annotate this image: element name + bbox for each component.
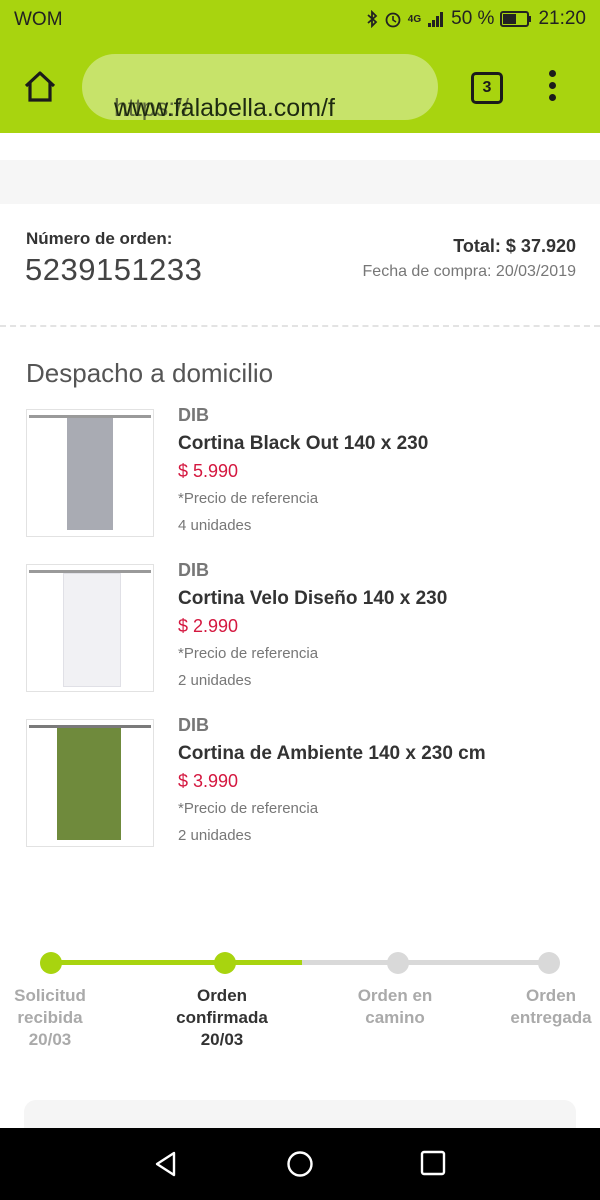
step-label-received: Solicitud recibida 20/03: [14, 986, 86, 1049]
product-image: [26, 564, 154, 692]
android-nav-bar: [0, 1128, 600, 1200]
product-price: $ 3.990: [178, 771, 239, 791]
product-quantity: 2 unidades: [178, 827, 252, 844]
battery-percent: 50 %: [451, 8, 495, 29]
tab-count: 3: [482, 79, 492, 96]
order-number: 5239151233: [25, 252, 203, 287]
step-dot-confirmed: [214, 952, 236, 974]
browser-header: WOM 4G 50 % 21:20 https://www.falabella.…: [0, 0, 600, 133]
price-note: *Precio de referencia: [178, 800, 319, 817]
dashed-divider: [0, 325, 600, 327]
signal-icon: [428, 12, 444, 27]
price-note: *Precio de referencia: [178, 490, 319, 507]
purchase-date: Fecha de compra: 20/03/2019: [362, 263, 576, 280]
browser-toolbar: https://www.falabella.com/f 3: [0, 52, 600, 122]
network-type-label: 4G: [407, 13, 422, 25]
product-price: $ 2.990: [178, 616, 239, 636]
status-icons: 4G 50 % 21:20: [366, 8, 586, 30]
step-label-delivered: Orden entregada: [510, 986, 592, 1027]
product-price: $ 5.990: [178, 461, 239, 481]
home-circle-icon[interactable]: [286, 1150, 314, 1178]
step-label-shipping: Orden en camino: [357, 986, 433, 1027]
product-name[interactable]: Cortina de Ambiente 140 x 230 cm: [178, 743, 486, 765]
product-item[interactable]: DIB Cortina Black Out 140 x 230 $ 5.990 …: [26, 405, 586, 539]
step-dot-delivered: [538, 952, 560, 974]
step-dot-received: [40, 952, 62, 974]
product-brand: DIB: [178, 715, 209, 735]
delivery-title: Despacho a domicilio: [26, 358, 274, 388]
step-label-confirmed: Orden confirmada 20/03: [176, 986, 268, 1049]
progress-line-pending: [302, 960, 548, 965]
section-divider-band: [0, 160, 600, 204]
menu-icon[interactable]: [544, 70, 560, 104]
product-quantity: 2 unidades: [178, 672, 252, 689]
product-brand: DIB: [178, 405, 209, 425]
address-bar[interactable]: https://www.falabella.com/f: [82, 54, 438, 120]
product-item[interactable]: DIB Cortina Velo Diseño 140 x 230 $ 2.99…: [26, 560, 586, 694]
product-item[interactable]: DIB Cortina de Ambiente 140 x 230 cm $ 3…: [26, 715, 586, 849]
status-bar: WOM 4G 50 % 21:20: [0, 0, 600, 40]
url-host: www.falabella.com/f: [114, 94, 335, 120]
order-total: Total: $ 37.920: [453, 236, 576, 256]
tabs-icon[interactable]: 3: [471, 72, 503, 104]
product-brand: DIB: [178, 560, 209, 580]
carrier-label: WOM: [14, 9, 63, 30]
product-name[interactable]: Cortina Black Out 140 x 230: [178, 433, 428, 455]
product-name[interactable]: Cortina Velo Diseño 140 x 230: [178, 588, 447, 610]
product-image: [26, 409, 154, 537]
product-quantity: 4 unidades: [178, 517, 252, 534]
battery-icon: [500, 11, 532, 27]
progress-line-done: [51, 960, 302, 965]
recents-icon[interactable]: [420, 1150, 446, 1176]
order-number-label: Número de orden:: [26, 229, 173, 248]
alarm-icon: [385, 12, 401, 28]
step-dot-shipping: [387, 952, 409, 974]
clock: 21:20: [538, 8, 586, 29]
bluetooth-icon: [367, 10, 378, 28]
home-icon[interactable]: [22, 68, 58, 104]
back-icon[interactable]: [152, 1150, 180, 1178]
product-image: [26, 719, 154, 847]
price-note: *Precio de referencia: [178, 645, 319, 662]
order-tracking-stepper: Solicitud recibida 20/03 Orden confirmad…: [0, 940, 600, 1060]
